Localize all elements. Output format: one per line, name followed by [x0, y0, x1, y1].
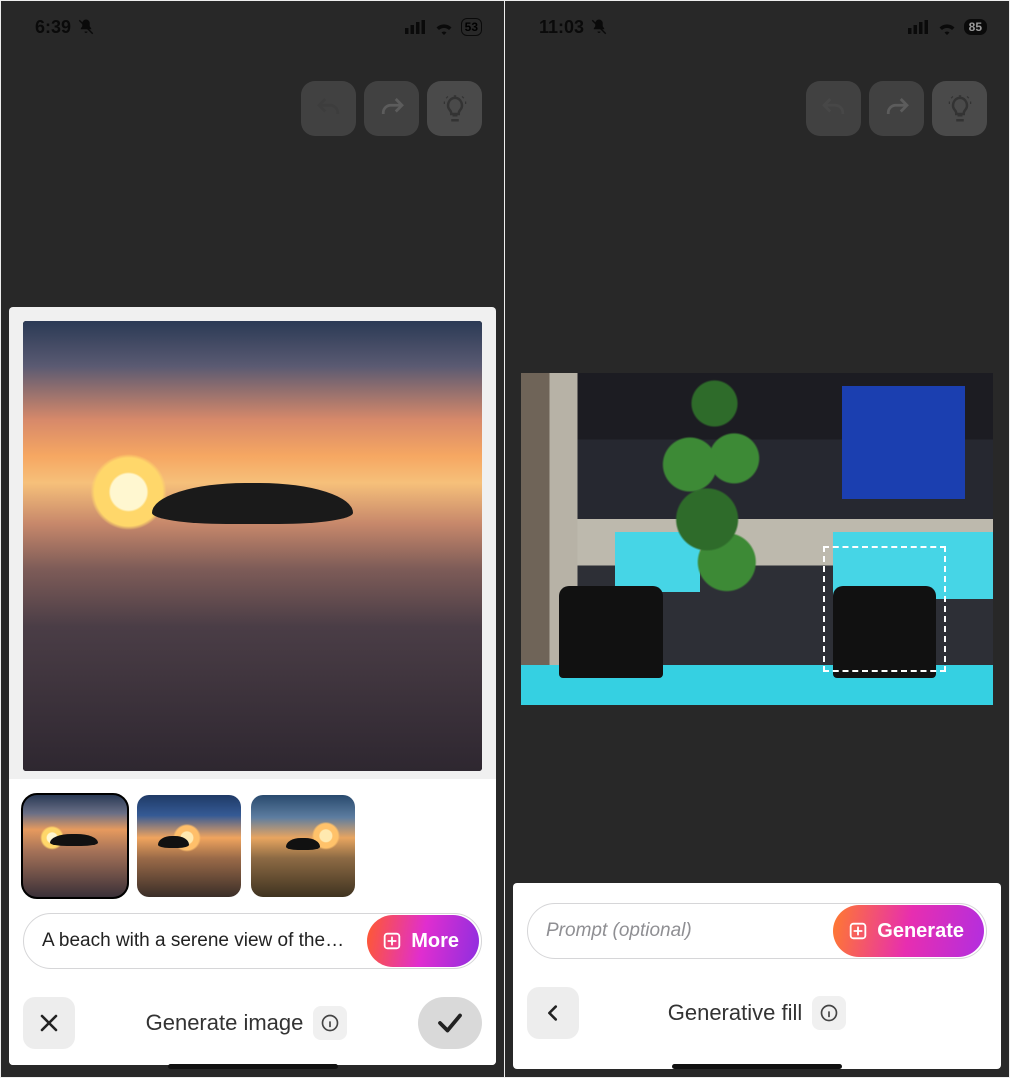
sparkle-icon: [847, 920, 869, 942]
bottom-bar: Generative fill: [527, 959, 987, 1039]
sparkle-icon: [381, 930, 403, 952]
check-icon: [435, 1008, 465, 1038]
generate-image-sheet: A beach with a serene view of the s... M…: [9, 307, 496, 1065]
idea-button[interactable]: [427, 81, 482, 136]
close-icon: [37, 1011, 61, 1035]
undo-button[interactable]: [806, 81, 861, 136]
info-button[interactable]: [313, 1006, 347, 1040]
variation-thumb[interactable]: [23, 795, 127, 897]
redo-button[interactable]: [869, 81, 924, 136]
chevron-left-icon: [542, 1002, 564, 1024]
undo-icon: [314, 94, 344, 124]
cellular-icon: [908, 20, 930, 34]
canvas-image[interactable]: [521, 373, 993, 705]
bottom-bar: Generate image: [9, 973, 496, 1065]
prompt-input[interactable]: Prompt (optional): [528, 920, 833, 942]
variation-thumb[interactable]: [137, 795, 241, 897]
generated-image: [23, 321, 482, 771]
wifi-icon: [434, 20, 454, 35]
prompt-input[interactable]: A beach with a serene view of the s...: [24, 930, 367, 952]
battery-indicator: 53: [461, 18, 482, 36]
generative-fill-sheet: Prompt (optional) Generate Generative fi…: [513, 883, 1001, 1069]
sheet-title: Generative fill: [668, 1000, 803, 1026]
sheet-title: Generate image: [146, 1010, 304, 1036]
phone-left: 6:39 53: [0, 0, 505, 1078]
selection-rectangle[interactable]: [823, 546, 946, 672]
lightbulb-icon: [945, 94, 975, 124]
undo-button[interactable]: [301, 81, 356, 136]
status-bar: 11:03 85: [505, 1, 1009, 51]
lightbulb-icon: [440, 94, 470, 124]
info-icon: [320, 1013, 340, 1033]
wifi-icon: [937, 20, 957, 35]
cellular-icon: [405, 20, 427, 34]
top-toolbar: [1, 51, 504, 142]
more-button[interactable]: More: [367, 915, 479, 967]
generate-button[interactable]: Generate: [833, 905, 984, 957]
info-button[interactable]: [812, 996, 846, 1030]
back-button[interactable]: [527, 987, 579, 1039]
close-button[interactable]: [23, 997, 75, 1049]
variations-row: [9, 779, 496, 907]
status-bar: 6:39 53: [1, 1, 504, 51]
variation-thumb[interactable]: [251, 795, 355, 897]
silent-icon: [77, 18, 95, 36]
preview-image[interactable]: [23, 321, 482, 771]
redo-button[interactable]: [364, 81, 419, 136]
confirm-button[interactable]: [418, 997, 482, 1049]
home-indicator: [168, 1064, 338, 1069]
home-indicator: [672, 1064, 842, 1069]
undo-icon: [819, 94, 849, 124]
prompt-pill: A beach with a serene view of the s... M…: [23, 913, 482, 969]
status-time: 11:03: [539, 17, 584, 38]
phone-right: 11:03 85: [505, 0, 1010, 1078]
info-icon: [819, 1003, 839, 1023]
top-toolbar: [505, 51, 1009, 142]
status-time: 6:39: [35, 17, 71, 38]
prompt-pill: Prompt (optional) Generate: [527, 903, 987, 959]
redo-icon: [377, 94, 407, 124]
redo-icon: [882, 94, 912, 124]
idea-button[interactable]: [932, 81, 987, 136]
battery-indicator: 85: [964, 19, 987, 35]
silent-icon: [590, 18, 608, 36]
